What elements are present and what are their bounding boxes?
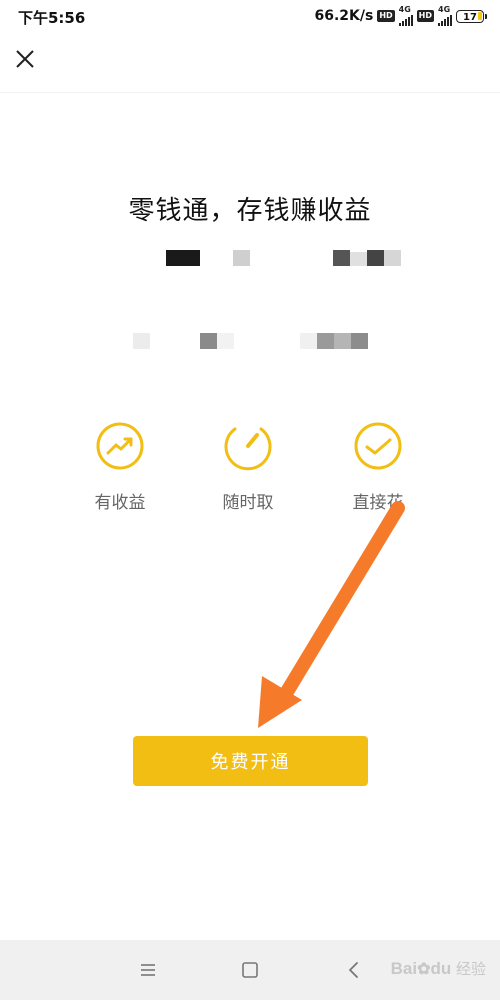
status-bar: 下午5:56 66.2K/s HD 4G HD 4G 17 — [0, 0, 500, 32]
network-type: 4G — [398, 5, 411, 14]
watermark-sub: 经验 — [455, 961, 486, 978]
feature-withdraw: 随时取 — [198, 420, 298, 513]
feature-earnings: 有收益 — [70, 420, 170, 513]
back-button[interactable] — [342, 958, 366, 982]
feature-label: 有收益 — [94, 493, 146, 513]
check-icon — [354, 422, 402, 470]
baidu-watermark: Bai✿du 经验 — [391, 958, 486, 979]
signal-1: 4G — [398, 5, 413, 26]
home-button[interactable] — [238, 958, 262, 982]
trending-up-icon — [96, 422, 144, 470]
header-divider — [0, 92, 500, 93]
battery-level: 17 — [463, 11, 477, 23]
system-nav-bar: Bai✿du 经验 — [0, 940, 500, 1000]
menu-button[interactable] — [136, 958, 160, 982]
feature-label: 随时取 — [222, 493, 274, 513]
signal-bars-icon — [398, 14, 413, 26]
hd-badge-2: HD — [416, 10, 434, 22]
menu-icon — [141, 964, 155, 976]
signal-bars-icon-2 — [438, 14, 452, 26]
page-title: 零钱通，存钱赚收益 — [128, 196, 372, 226]
close-icon — [16, 50, 34, 68]
hd-badge: HD — [377, 10, 395, 22]
close-button[interactable] — [12, 46, 38, 72]
status-time: 下午5:56 — [18, 9, 86, 27]
battery-icon: 17 — [456, 9, 487, 23]
status-indicators: 66.2K/s HD 4G HD 4G 17 — [314, 5, 487, 26]
feature-list: 有收益 随时取 直接花 — [0, 420, 500, 530]
watermark-brand: Bai — [390, 959, 418, 978]
back-icon — [349, 962, 358, 978]
paw-icon: ✿ — [417, 961, 431, 978]
watermark-brand-suffix: du — [430, 959, 452, 978]
open-free-button[interactable]: 免费开通 — [133, 736, 368, 786]
network-speed: 66.2K/s — [314, 8, 374, 24]
feature-spend: 直接花 — [328, 420, 428, 513]
feature-label: 直接花 — [352, 493, 404, 513]
gauge-icon — [224, 427, 272, 471]
signal-2: 4G — [438, 6, 452, 26]
home-icon — [242, 962, 258, 978]
network-type-2: 4G — [438, 5, 451, 14]
